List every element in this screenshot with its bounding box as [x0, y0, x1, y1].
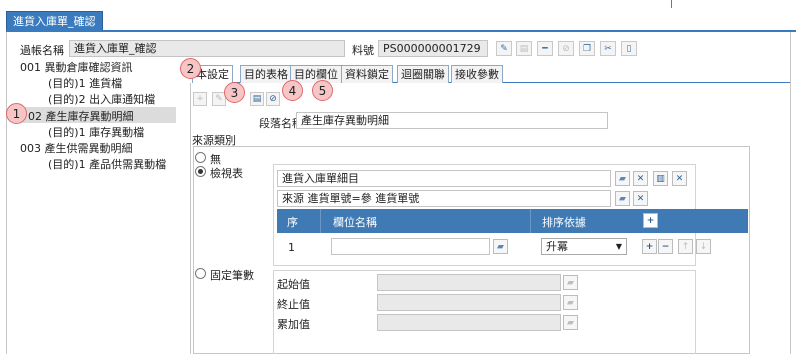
document-icon[interactable]: ▯ [621, 41, 637, 56]
annotation-badge-1: 1 [6, 103, 27, 124]
save-icon[interactable]: ▤ [516, 41, 532, 56]
arrow-down-icon[interactable]: ↓ [696, 239, 711, 254]
chevron-down-icon: ▼ [615, 242, 622, 251]
tree-item[interactable]: (目的)1 庫存異動檔 [48, 124, 144, 140]
tree-item[interactable]: (目的)1 進貨檔 [48, 75, 122, 91]
source-condition-field[interactable]: 來源 進貨單號=參 進貨單號 [277, 190, 611, 207]
tree-item[interactable]: (目的)1 產品供需異動檔 [48, 156, 166, 172]
material-no-field[interactable]: PS000000001729 [378, 40, 488, 57]
col-seq: 序 [287, 216, 298, 229]
material-no-label: 料號 [352, 44, 374, 57]
row-seq: 1 [288, 241, 295, 254]
tab-target-fields[interactable]: 目的欄位 [290, 65, 342, 83]
clear-icon[interactable]: ✕ [633, 191, 648, 206]
sort-order-select[interactable]: 升冪 ▼ [541, 238, 627, 255]
left-border [6, 32, 7, 354]
folder-icon[interactable]: ▰ [563, 295, 578, 310]
step-value-label: 累加值 [277, 318, 310, 331]
tab-data-lock[interactable]: 資料鎖定 [341, 65, 393, 83]
tree-item[interactable]: (目的)2 出入庫通知檔 [48, 91, 155, 107]
tab-loop-relation[interactable]: 迴圈關聯 [397, 65, 449, 83]
col-field-name: 欄位名稱 [333, 216, 377, 229]
end-value-label: 終止值 [277, 298, 310, 311]
tree-item[interactable]: 001 異動倉庫確認資訊 [20, 59, 133, 75]
clear-icon[interactable]: ✕ [633, 171, 648, 186]
radio-none[interactable] [195, 152, 206, 163]
step-value-field[interactable] [377, 314, 561, 331]
tab-receive-params[interactable]: 接收參數 [451, 65, 503, 83]
col-divider [320, 209, 321, 233]
window-title: 進貨入庫單_確認 [6, 11, 103, 31]
annotation-badge-4: 4 [282, 80, 303, 101]
start-value-field[interactable] [377, 274, 561, 291]
radio-view-label: 檢視表 [210, 167, 243, 180]
edit-icon[interactable]: ✎ [496, 41, 512, 56]
add-icon[interactable]: + [642, 239, 657, 254]
cut-icon[interactable]: ✂ [600, 41, 616, 56]
col-divider [530, 209, 531, 233]
top-tick-mark [671, 0, 672, 8]
folder-icon[interactable]: ▰ [615, 191, 630, 206]
save-icon[interactable]: ▤ [250, 92, 264, 106]
tree-item[interactable]: 003 產生供需異動明細 [20, 140, 133, 156]
annotation-badge-5: 5 [312, 80, 333, 101]
title-divider [6, 30, 796, 32]
account-name-field[interactable]: 進貨入庫單_確認 [69, 40, 345, 57]
folder-icon[interactable]: ▰ [493, 239, 508, 254]
tab-target-table[interactable]: 目的表格 [240, 65, 292, 83]
row-field-name-input[interactable] [331, 238, 490, 255]
add-icon[interactable]: + [193, 92, 207, 106]
tree-item-selected[interactable]: 02 產生庫存異動明細 [28, 108, 134, 124]
start-value-label: 起始值 [277, 278, 310, 291]
clear-filter-icon[interactable]: ✕ [672, 171, 687, 186]
arrow-up-icon[interactable]: ↑ [678, 239, 693, 254]
annotation-badge-2: 2 [180, 58, 201, 79]
section-name-field[interactable]: 產生庫存異動明細 [296, 112, 608, 129]
cancel-icon[interactable]: ⊘ [558, 41, 574, 56]
folder-icon[interactable]: ▰ [615, 171, 630, 186]
folder-icon[interactable]: ▰ [563, 275, 578, 290]
sort-grid-header: 序 欄位名稱 排序依據 [277, 209, 748, 233]
filter-icon[interactable]: ▥ [653, 171, 668, 186]
minus-icon[interactable]: ━ [537, 41, 553, 56]
right-border [790, 32, 791, 354]
folder-icon[interactable]: ▰ [563, 315, 578, 330]
col-sort-by: 排序依據 [542, 216, 586, 229]
copy-icon[interactable]: ❐ [579, 41, 595, 56]
annotation-badge-3: 3 [224, 82, 245, 103]
remove-icon[interactable]: − [658, 239, 673, 254]
radio-fixed-count[interactable] [195, 268, 206, 279]
cancel-icon[interactable]: ⊘ [266, 92, 280, 106]
sort-order-value: 升冪 [546, 240, 568, 253]
account-name-label: 過帳名稱 [20, 44, 64, 57]
add-row-icon[interactable]: + [643, 213, 658, 228]
radio-view-table[interactable] [195, 166, 206, 177]
view-field[interactable]: 進貨入庫單細目 [277, 170, 611, 187]
radio-fixed-label: 固定筆數 [210, 269, 254, 282]
end-value-field[interactable] [377, 294, 561, 311]
